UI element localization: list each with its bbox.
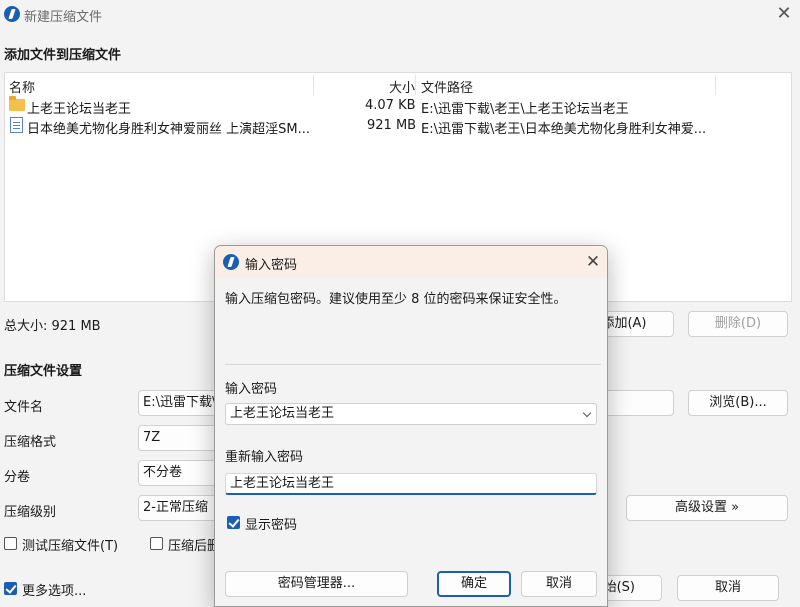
delete-button[interactable]: 删除(D) <box>688 311 788 337</box>
ok-button[interactable]: 确定 <box>437 571 511 597</box>
divider <box>225 364 601 365</box>
file-row[interactable]: 日本绝美尤物化身胜利女神爱丽丝 上演超淫SM... 921 MB E:\迅雷下载… <box>5 116 791 137</box>
file-size: 4.07 KB <box>365 98 416 113</box>
close-icon[interactable]: ✕ <box>581 250 605 274</box>
file-row[interactable]: 上老王论坛当老王 4.07 KB E:\迅雷下载\老王\上老王论坛当老王 <box>5 96 791 117</box>
password-manager-button[interactable]: 密码管理器... <box>225 571 408 597</box>
more-options-label: 更多选项... <box>22 584 87 599</box>
file-path: E:\迅雷下载\老王\上老王论坛当老王 <box>421 102 629 117</box>
file-name: 上老王论坛当老王 <box>27 102 132 117</box>
column-separator[interactable] <box>415 75 416 95</box>
settings-section-title: 压缩文件设置 <box>4 364 83 379</box>
dialog-title: 输入密码 <box>245 258 298 273</box>
dialog-description: 输入压缩包密码。建议使用至少 8 位的密码来保证安全性。 <box>225 292 567 307</box>
test-archive-checkbox[interactable] <box>4 537 17 550</box>
dialog-cancel-button[interactable]: 取消 <box>521 571 597 597</box>
main-title-bar: 新建压缩文件 ✕ <box>0 0 800 30</box>
column-header-path[interactable]: 文件路径 <box>421 77 473 96</box>
document-icon <box>10 117 23 133</box>
column-header-name[interactable]: 名称 <box>9 77 35 96</box>
total-size-label: 总大小: 921 MB <box>4 319 101 334</box>
window-title: 新建压缩文件 <box>24 10 103 25</box>
volume-label: 分卷 <box>4 470 31 485</box>
browse-button[interactable]: 浏览(B)... <box>688 390 788 416</box>
app-logo-icon <box>4 6 20 22</box>
file-name: 日本绝美尤物化身胜利女神爱丽丝 上演超淫SM... <box>27 122 310 137</box>
add-files-section-title: 添加文件到压缩文件 <box>4 48 122 63</box>
column-separator[interactable] <box>313 75 314 95</box>
more-options-checkbox[interactable] <box>4 582 17 595</box>
column-separator[interactable] <box>715 75 716 95</box>
reenter-password-input[interactable]: 上老王论坛当老王 <box>225 473 597 495</box>
password-dialog: 输入密码 ✕ 输入压缩包密码。建议使用至少 8 位的密码来保证安全性。 输入密码… <box>214 245 608 607</box>
close-icon[interactable]: ✕ <box>770 2 798 26</box>
delete-after-checkbox[interactable] <box>150 537 163 550</box>
main-cancel-button[interactable]: 取消 <box>677 575 779 601</box>
advanced-settings-button[interactable]: 高级设置 » <box>626 495 788 521</box>
filename-label: 文件名 <box>4 400 44 415</box>
password-value: 上老王论坛当老王 <box>230 406 335 421</box>
column-header-size[interactable]: 大小 <box>389 77 415 96</box>
dialog-title-bar: 输入密码 ✕ <box>215 246 607 278</box>
test-archive-label: 测试压缩文件(T) <box>22 539 119 554</box>
reenter-password-label: 重新输入密码 <box>225 450 304 465</box>
show-password-label: 显示密码 <box>245 518 298 533</box>
file-size: 921 MB <box>367 118 417 133</box>
app-logo-icon <box>223 254 239 270</box>
delete-after-label: 压缩后删 <box>168 539 221 554</box>
chevron-down-icon[interactable] <box>582 408 592 418</box>
folder-icon <box>9 96 25 111</box>
password-combobox[interactable]: 上老王论坛当老王 <box>225 403 597 425</box>
format-label: 压缩格式 <box>4 435 57 450</box>
show-password-checkbox[interactable] <box>227 516 240 529</box>
password-label: 输入密码 <box>225 382 278 397</box>
file-path: E:\迅雷下载\老王\日本绝美尤物化身胜利女神爱... <box>421 122 707 137</box>
level-label: 压缩级别 <box>4 505 57 520</box>
